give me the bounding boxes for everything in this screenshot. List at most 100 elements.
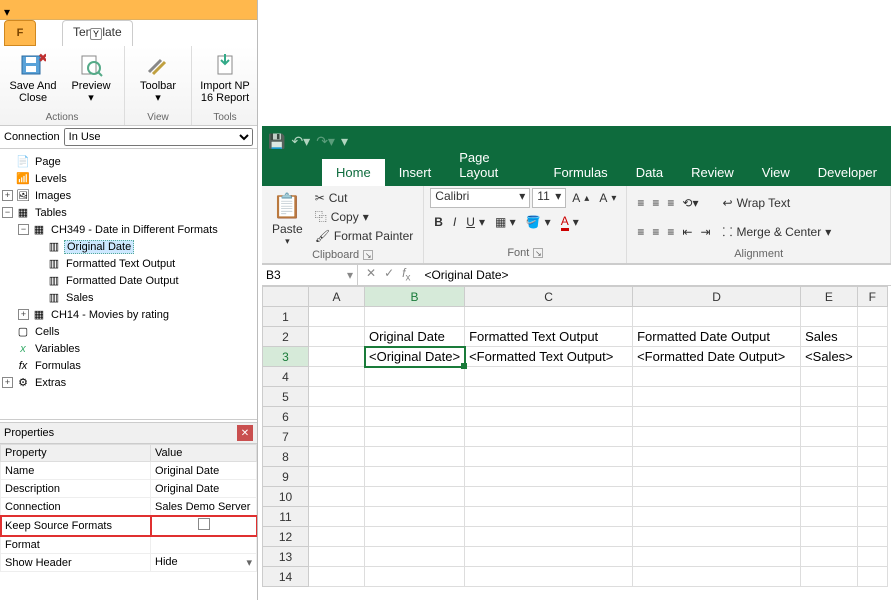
tree-node-variables[interactable]: xVariables xyxy=(2,340,255,357)
cell-C3[interactable]: <Formatted Text Output> xyxy=(465,347,633,367)
align-left-button[interactable]: ≡ xyxy=(633,222,648,242)
format-painter-button[interactable]: 🖌Format Painter xyxy=(311,227,418,246)
import-report-button[interactable]: Import NP 16 Report xyxy=(198,48,252,110)
tree-node-tables[interactable]: −▦Tables xyxy=(2,204,255,221)
increase-font-button[interactable]: A▴ xyxy=(568,188,593,208)
tree-node-col-original-date[interactable]: ▥Original Date xyxy=(2,238,255,255)
tab-home[interactable]: Home xyxy=(322,159,385,186)
cell-D3[interactable]: <Formatted Date Output> xyxy=(633,347,801,367)
fill-color-button[interactable]: 🪣▾ xyxy=(522,212,555,232)
copy-button[interactable]: ⿻Copy ▾ xyxy=(311,207,418,226)
select-all-corner[interactable] xyxy=(263,287,309,307)
property-row-connection[interactable]: ConnectionSales Demo Server xyxy=(1,498,257,516)
property-row-keep-source-formats[interactable]: Keep Source Formats xyxy=(1,516,257,536)
expand-icon[interactable]: + xyxy=(2,377,13,388)
row-header-12[interactable]: 12 xyxy=(263,527,309,547)
tree-node-cells[interactable]: ▢Cells xyxy=(2,323,255,340)
template-tree[interactable]: 📄Page 📶Levels +🖼Images −▦Tables −▦CH349 … xyxy=(0,148,257,420)
tree-node-levels[interactable]: 📶Levels xyxy=(2,170,255,187)
chevron-down-icon[interactable]: ▾ xyxy=(246,556,252,569)
tab-view[interactable]: View xyxy=(748,159,804,186)
properties-close-button[interactable]: ✕ xyxy=(237,425,253,441)
wrap-text-button[interactable]: ↩Wrap Text xyxy=(719,193,836,213)
property-row-name[interactable]: NameOriginal Date xyxy=(1,462,257,480)
undo-icon[interactable]: ↶▾ xyxy=(291,133,310,150)
tab-data[interactable]: Data xyxy=(622,159,677,186)
cancel-formula-icon[interactable]: ✕ xyxy=(366,266,376,283)
align-middle-button[interactable]: ≡ xyxy=(648,193,663,213)
dialog-launcher-icon[interactable]: ↘ xyxy=(533,248,543,258)
decrease-font-button[interactable]: A▾ xyxy=(595,188,620,208)
cell-E3[interactable]: <Sales> xyxy=(801,347,858,367)
formula-input[interactable]: <Original Date> xyxy=(418,268,891,282)
tree-node-page[interactable]: 📄Page xyxy=(2,153,255,170)
tab-formulas[interactable]: Formulas xyxy=(540,159,622,186)
row-header-14[interactable]: 14 xyxy=(263,567,309,587)
row-header-1[interactable]: 1 xyxy=(263,307,309,327)
cell-C2[interactable]: Formatted Text Output xyxy=(465,327,633,347)
collapse-icon[interactable]: − xyxy=(18,224,29,235)
row-header-11[interactable]: 11 xyxy=(263,507,309,527)
col-header-F[interactable]: F xyxy=(857,287,887,307)
orientation-button[interactable]: ⟲▾ xyxy=(678,193,702,213)
tab-page-layout[interactable]: Page Layout xyxy=(445,144,539,186)
align-right-button[interactable]: ≡ xyxy=(663,222,678,242)
row-header-13[interactable]: 13 xyxy=(263,547,309,567)
font-name-select[interactable]: Calibri ▾ xyxy=(430,188,530,208)
align-bottom-button[interactable]: ≡ xyxy=(663,193,678,213)
row-header-3[interactable]: 3 xyxy=(263,347,309,367)
paste-button[interactable]: 📋 Paste▾ xyxy=(268,188,307,249)
fx-icon[interactable]: fx xyxy=(402,266,410,283)
dialog-launcher-icon[interactable]: ↘ xyxy=(363,250,373,260)
save-and-close-button[interactable]: ✖ Save And Close xyxy=(6,48,60,110)
increase-indent-button[interactable]: ⇥ xyxy=(696,222,714,242)
tree-node-images[interactable]: +🖼Images xyxy=(2,187,255,204)
col-header-B[interactable]: B xyxy=(365,287,465,307)
tree-node-col-fdate[interactable]: ▥Formatted Date Output xyxy=(2,272,255,289)
connection-select[interactable]: In Use xyxy=(64,128,253,146)
keep-source-formats-checkbox[interactable] xyxy=(198,518,210,530)
toolbar-button[interactable]: Toolbar▾ xyxy=(131,48,185,110)
preview-button[interactable]: Preview▾ xyxy=(64,48,118,110)
property-row-description[interactable]: DescriptionOriginal Date xyxy=(1,480,257,498)
tree-node-table-ch14[interactable]: +▦CH14 - Movies by rating xyxy=(2,306,255,323)
tab-review[interactable]: Review xyxy=(677,159,748,186)
tree-node-formulas[interactable]: fxFormulas xyxy=(2,357,255,374)
italic-button[interactable]: I xyxy=(449,212,460,232)
spreadsheet-grid[interactable]: A B C D E F 1 2 Original Date Formatted … xyxy=(262,286,891,600)
font-size-select[interactable]: 11 ▾ xyxy=(532,188,566,208)
tree-node-table-ch349[interactable]: −▦CH349 - Date in Different Formats xyxy=(2,221,255,238)
save-icon[interactable]: 💾 xyxy=(268,133,285,150)
underline-button[interactable]: U ▾ xyxy=(462,212,489,232)
row-header-9[interactable]: 9 xyxy=(263,467,309,487)
align-center-button[interactable]: ≡ xyxy=(648,222,663,242)
merge-center-button[interactable]: ⸬Merge & Center ▾ xyxy=(719,222,836,242)
expand-icon[interactable]: + xyxy=(2,190,13,201)
align-top-button[interactable]: ≡ xyxy=(633,193,648,213)
row-header-6[interactable]: 6 xyxy=(263,407,309,427)
cell-B3[interactable]: <Original Date> xyxy=(365,347,465,367)
tab-insert[interactable]: Insert xyxy=(385,159,446,186)
font-color-button[interactable]: A▾ xyxy=(557,212,583,232)
bold-button[interactable]: B xyxy=(430,212,447,232)
tree-node-col-ftext[interactable]: ▥Formatted Text Output xyxy=(2,255,255,272)
col-header-C[interactable]: C xyxy=(465,287,633,307)
qat-customize-icon[interactable]: ▾ xyxy=(341,133,348,150)
qat-dropdown-icon[interactable]: ▾ xyxy=(4,5,14,15)
file-tab[interactable]: F xyxy=(4,20,36,46)
row-header-8[interactable]: 8 xyxy=(263,447,309,467)
cell-E2[interactable]: Sales xyxy=(801,327,858,347)
decrease-indent-button[interactable]: ⇤ xyxy=(678,222,696,242)
redo-icon[interactable]: ↷▾ xyxy=(316,133,335,150)
cell-D2[interactable]: Formatted Date Output xyxy=(633,327,801,347)
collapse-icon[interactable]: − xyxy=(2,207,13,218)
col-header-D[interactable]: D xyxy=(633,287,801,307)
name-box[interactable]: B3▾ xyxy=(262,265,358,285)
row-header-7[interactable]: 7 xyxy=(263,427,309,447)
tree-node-col-sales[interactable]: ▥Sales xyxy=(2,289,255,306)
tree-node-extras[interactable]: +⚙Extras xyxy=(2,374,255,391)
col-header-E[interactable]: E xyxy=(801,287,858,307)
row-header-2[interactable]: 2 xyxy=(263,327,309,347)
cut-button[interactable]: ✂Cut xyxy=(311,188,418,207)
property-row-show-header[interactable]: Show HeaderHide▾ xyxy=(1,554,257,572)
